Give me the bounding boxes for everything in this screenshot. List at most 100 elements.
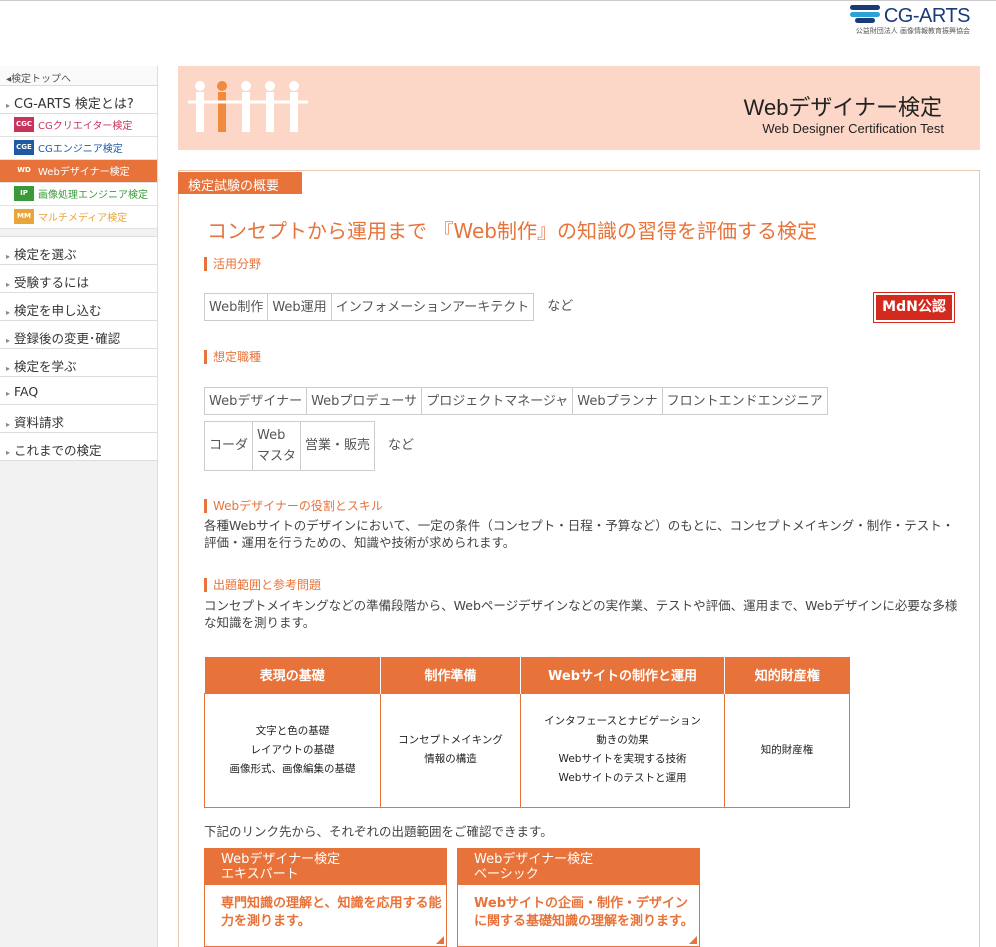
expert-link-card[interactable]: Webデザイナー検定 エキスパート 専門知識の理解と、知識を応用する能力を測ります… <box>204 848 447 947</box>
tag: Webプロデューサ <box>306 387 423 415</box>
table-cell-line: Webサイトを実現する技術 <box>558 753 687 765</box>
corner-arrow-icon <box>689 936 697 944</box>
basic-link-card[interactable]: Webデザイナー検定 ベーシック Webサイトの企画・制作・デザインに関する基礎知… <box>457 848 700 947</box>
caret-right-icon: ▸ <box>6 252 11 261</box>
table-cell-line: Webサイトのテストと運用 <box>558 772 687 784</box>
sidebar-item[interactable]: ▸ これまでの検定 <box>0 433 157 461</box>
caret-right-icon: ▸ <box>6 101 11 110</box>
sidebar-item[interactable]: ▸ 資料請求 <box>0 405 157 433</box>
sidebar-item-list: ▸ 検定を選ぶ ▸ 受験するには ▸ 検定を申し込む ▸ 登録後の変更･確認 ▸ 検定を学ぶ ▸ FA… <box>0 237 157 461</box>
cg-arts-logo[interactable]: CG-ARTS 公益財団法人 画像情報教育振興協会 <box>849 5 971 36</box>
sidebar: ◂検定トップへ ▸ CG-ARTS 検定とは? CGC CGクリエイター検定 CGE C… <box>0 66 158 947</box>
section-tab: 検定試験の概要 <box>178 172 302 194</box>
table-cell-line: コンセプトメイキング <box>398 734 503 746</box>
sidebar-item[interactable]: ▸ 検定を選ぶ <box>0 237 157 265</box>
sidebar-item-label: 資料請求 <box>14 415 65 430</box>
etc-label: など <box>388 438 415 453</box>
basic-link-title: Webデザイナー検定 <box>474 852 594 867</box>
role-text: 各種Webサイトのデザインにおいて、一定の条件（コンセプト・日程・予算など）のも… <box>204 518 955 550</box>
exam-badge-icon: CGC <box>14 117 34 132</box>
exam-badge-icon: CGE <box>14 140 34 155</box>
table-cell-line: 画像形式、画像編集の基礎 <box>229 762 356 775</box>
tag: Web運用 <box>267 293 332 321</box>
table-cell-line: 情報の構造 <box>424 753 477 765</box>
sidebar-sub-item[interactable]: CGC CGクリエイター検定 <box>0 114 157 137</box>
table-cell: 知的財産権 <box>724 692 850 808</box>
table-cell-line: 動きの効果 <box>596 734 649 746</box>
sidebar-item[interactable]: ▸ 登録後の変更･確認 <box>0 321 157 349</box>
tag: Web制作 <box>204 293 269 321</box>
field-heading: 活用分野 <box>204 257 261 271</box>
tag: Web マスタ <box>252 421 302 471</box>
table-row: 文字と色の基礎 レイアウトの基礎 画像形式、画像編集の基礎 コンセプトメイキング 情報の… <box>204 692 850 808</box>
caret-right-icon: ▸ <box>6 420 11 429</box>
sidebar-item-label: これまでの検定 <box>14 443 102 458</box>
sidebar-sub-item[interactable]: IP 画像処理エンジニア検定 <box>0 183 157 206</box>
sidebar-item-label: 受験するには <box>14 275 90 290</box>
sidebar-top-link[interactable]: ◂検定トップへ <box>0 66 157 86</box>
table-cell-line: インタフェースとナビゲーション <box>544 715 701 727</box>
sidebar-sub-label: 画像処理エンジニア検定 <box>38 190 148 201</box>
exam-badge-icon: WD <box>14 163 34 178</box>
caret-right-icon: ▸ <box>6 336 11 345</box>
tag: インフォメーションアーキテクト <box>330 293 535 321</box>
caret-right-icon: ▸ <box>6 389 11 398</box>
mdn-badge-icon: MdN公認 <box>873 292 955 323</box>
tag: プロジェクトマネージャ <box>421 387 574 415</box>
sidebar-item-label: 検定を学ぶ <box>14 359 77 374</box>
table-cell-line: 知的財産権 <box>760 743 814 756</box>
sidebar-item-label: 検定を選ぶ <box>14 247 77 262</box>
sidebar-item-label: CG-ARTS 検定とは? <box>14 97 134 112</box>
job-heading: 想定職種 <box>204 350 261 364</box>
expert-link-title: Webデザイナー検定 <box>221 852 341 867</box>
expert-link-body: 専門知識の理解と、知識を応用する能力を測ります。 <box>221 896 442 929</box>
sidebar-item[interactable]: ▸ FAQ <box>0 377 157 405</box>
caret-right-icon: ▸ <box>6 308 11 317</box>
people-illustration-icon <box>188 81 308 132</box>
tag: Webデザイナー <box>204 387 308 415</box>
page-banner: Webデザイナー検定 Web Designer Certification Te… <box>178 66 980 150</box>
table-header-row: 表現の基礎 制作準備 Webサイトの制作と運用 知的財産権 <box>204 657 850 693</box>
sidebar-sub-list: CGC CGクリエイター検定 CGE CGエンジニア検定 WD Webデザイナー検定 IP 画… <box>0 114 157 229</box>
top-header: CG-ARTS 公益財団法人 画像情報教育振興協会 <box>0 0 996 66</box>
logo-name: CG-ARTS <box>883 5 971 27</box>
table-cell-line: 文字と色の基礎 <box>255 724 330 737</box>
caret-right-icon: ▸ <box>6 364 11 373</box>
table-cell: コンセプトメイキング 情報の構造 <box>380 692 521 808</box>
sidebar-item-label: 検定を申し込む <box>14 303 102 318</box>
table-header-cell: 制作準備 <box>380 657 521 693</box>
sidebar-sub-item[interactable]: WD Webデザイナー検定 <box>0 160 157 183</box>
caret-right-icon: ▸ <box>6 280 11 289</box>
sidebar-sub-item[interactable]: CGE CGエンジニア検定 <box>0 137 157 160</box>
exam-badge-icon: IP <box>14 186 34 201</box>
banner-title: Webデザイナー検定 <box>743 95 942 120</box>
scope-text: コンセプトメイキングなどの準備段階から、Webページデザインなどの実作業、テスト… <box>204 598 958 630</box>
exam-badge-icon: MM <box>14 209 34 224</box>
etc-label: など <box>547 299 574 314</box>
basic-link-header: Webデザイナー検定 ベーシック <box>458 849 699 885</box>
sidebar-sub-item[interactable]: MM マルチメディア検定 <box>0 206 157 229</box>
link-intro: 下記のリンク先から、それぞれの出題範囲をご確認できます。 <box>204 824 553 839</box>
expert-link-level: エキスパート <box>221 867 299 882</box>
sidebar-item[interactable]: ▸ 検定を学ぶ <box>0 349 157 377</box>
sidebar-top-link-label: 検定トップへ <box>11 74 72 85</box>
table-header-cell: 知的財産権 <box>724 657 850 693</box>
table-cell: 文字と色の基礎 レイアウトの基礎画像形式、画像編集の基礎 <box>204 692 381 808</box>
tag: フロントエンドエンジニア <box>661 387 828 415</box>
sidebar-item[interactable]: ▸ 検定を申し込む <box>0 293 157 321</box>
expert-link-header: Webデザイナー検定 エキスパート <box>205 849 446 885</box>
tag: Webプランナ <box>572 387 663 415</box>
basic-link-body: Webサイトの企画・制作・デザインに関する基礎知識の理解を測ります。 <box>474 896 694 929</box>
banner-subtitle: Web Designer Certification Test <box>762 121 944 136</box>
corner-arrow-icon <box>436 936 444 944</box>
logo-subtitle: 公益財団法人 画像情報教育振興協会 <box>855 27 970 35</box>
tag: コーダ <box>204 421 254 471</box>
job-tags-row2: コーダ Web マスタ 営業・販売 など <box>204 421 414 471</box>
sidebar-sub-label: Webデザイナー検定 <box>38 167 130 178</box>
table-cell-line: レイアウトの基礎 <box>250 743 335 756</box>
sidebar-item-cgarts[interactable]: ▸ CG-ARTS 検定とは? <box>0 86 157 114</box>
page: CG-ARTS 公益財団法人 画像情報教育振興協会 ◂検定トップへ ▸ CG-AR… <box>0 0 996 947</box>
field-tags: Web制作 Web運用 インフォメーションアーキテクト など <box>204 293 573 321</box>
sidebar-item[interactable]: ▸ 受験するには <box>0 265 157 293</box>
table-cell: インタフェースとナビゲーション 動きの効果 Webサイトを実現する技術 Webサイトの… <box>520 692 725 808</box>
